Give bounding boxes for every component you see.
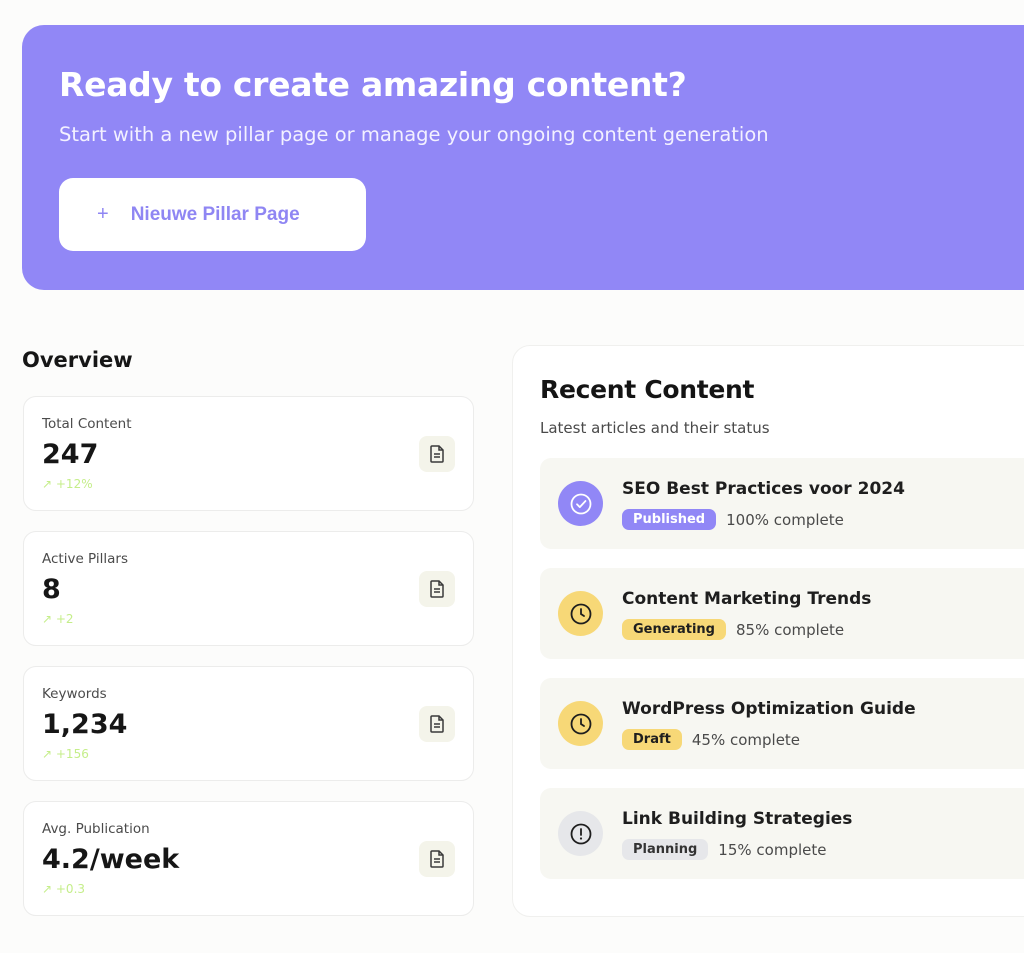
stat-label: Total Content [42,416,132,432]
trend-up-icon: ↗ [42,882,56,896]
stat-trend: ↗ +12% [42,477,93,491]
stat-trend: ↗ +0.3 [42,882,85,896]
stat-trend-value: +156 [55,747,89,761]
document-icon [419,436,455,472]
new-pillar-page-button[interactable]: + Nieuwe Pillar Page [59,178,366,251]
progress-text: 45% complete [691,730,801,749]
content-item-title: Content Marketing Trends [622,589,872,609]
stat-value: 8 [42,574,61,605]
content-item-title: WordPress Optimization Guide [622,699,916,719]
clock-icon [558,701,603,746]
stat-card-keywords: Keywords 1,234 ↗ +156 [23,666,474,781]
progress-text: 100% complete [726,510,844,529]
content-item[interactable]: Content Marketing Trends Generating 85% … [540,568,1024,659]
hero-banner: Ready to create amazing content? Start w… [22,25,1024,290]
trend-up-icon: ↗ [42,612,56,626]
document-icon [419,706,455,742]
trend-up-icon: ↗ [42,477,56,491]
stat-trend-value: +0.3 [55,882,86,896]
status-badge: Planning [622,839,709,860]
progress-text: 15% complete [718,840,827,859]
overview-title: Overview [22,348,133,372]
alert-circle-icon [558,811,603,856]
hero-title: Ready to create amazing content? [59,65,687,104]
recent-content-title: Recent Content [540,375,755,404]
new-pillar-page-label: Nieuwe Pillar Page [130,203,300,225]
content-item[interactable]: SEO Best Practices voor 2024 Published 1… [540,458,1024,549]
clock-icon [558,591,603,636]
stat-label: Active Pillars [42,551,129,567]
stat-trend-value: +2 [55,612,74,626]
plus-icon: + [97,203,109,225]
stat-card-avg-publication: Avg. Publication 4.2/week ↗ +0.3 [23,801,474,916]
content-item-title: SEO Best Practices voor 2024 [622,479,905,499]
content-item-title: Link Building Strategies [622,809,853,829]
stat-card-total-content: Total Content 247 ↗ +12% [23,396,474,511]
content-item[interactable]: WordPress Optimization Guide Draft 45% c… [540,678,1024,769]
hero-subtitle: Start with a new pillar page or manage y… [59,123,769,146]
stat-label: Keywords [42,686,107,702]
stat-trend: ↗ +2 [42,612,74,626]
content-item[interactable]: Link Building Strategies Planning 15% co… [540,788,1024,879]
stat-value: 1,234 [42,709,128,740]
status-badge: Draft [622,729,682,750]
status-badge: Generating [622,619,726,640]
stat-trend-value: +12% [55,477,93,491]
status-badge: Published [622,509,717,530]
document-icon [419,841,455,877]
stat-trend: ↗ +156 [42,747,89,761]
document-icon [419,571,455,607]
stat-value: 4.2/week [42,844,180,875]
check-circle-icon [558,481,603,526]
trend-up-icon: ↗ [42,747,56,761]
stat-card-active-pillars: Active Pillars 8 ↗ +2 [23,531,474,646]
stat-value: 247 [42,439,99,470]
progress-text: 85% complete [735,620,845,639]
stat-label: Avg. Publication [42,821,150,837]
recent-content-subtitle: Latest articles and their status [540,419,770,437]
